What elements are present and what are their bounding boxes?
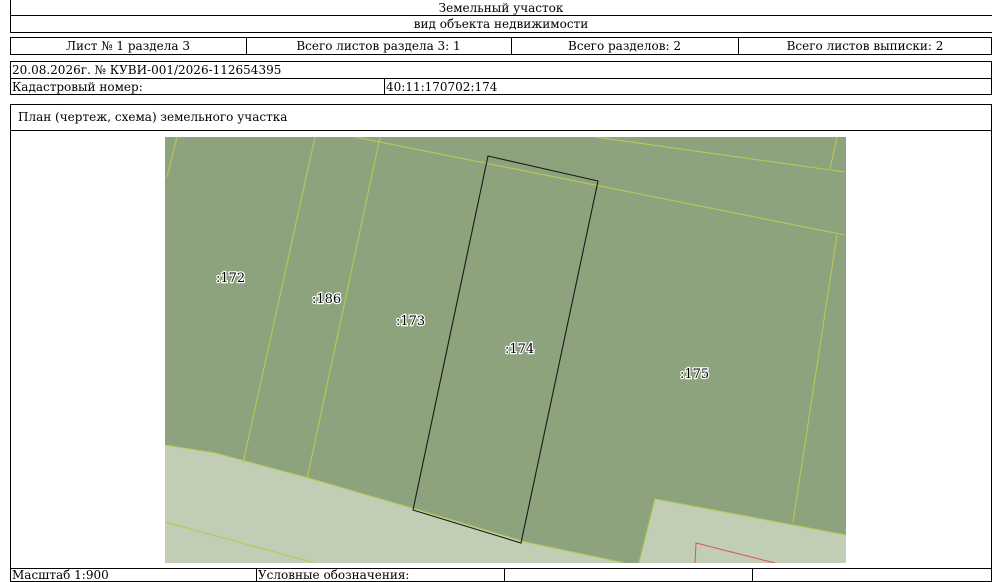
extract-sheets-total: Всего листов выписки: 2 [786,39,944,53]
parcel-label-172: :172 [216,271,245,286]
cadastral-label: Кадастровый номер: [12,79,143,94]
cell-divider [752,568,753,582]
date-number: 20.08.2026г. № КУВИ-001/2026-112654395 [12,62,282,77]
object-name: Земельный участок [438,0,564,15]
divider [10,32,992,33]
divider [10,130,992,131]
sections-total: Всего разделов: 2 [568,39,681,53]
section-sheets-total: Всего листов раздела 3: 1 [296,39,461,53]
parcel-label-175: :175 [680,367,709,382]
left-border [10,0,11,32]
parcel-label-186: :186 [312,292,341,307]
parcel-label-173: :173 [396,314,425,329]
object-type-caption: вид объекта недвижимости [413,16,589,31]
cadastral-plan-map: :172 :186 :173 :174 :175 [165,137,846,563]
cadastral-value: 40:11:170702:174 [386,79,498,94]
plan-title: План (чертеж, схема) земельного участка [18,110,288,124]
parcel-label-174: :174 [505,342,534,357]
cell-divider [504,568,505,582]
legend-label: Условные обозначения: [258,568,410,582]
scale-label: Масштаб 1:900 [12,568,109,582]
sheet-number: Лист № 1 раздела 3 [66,39,190,53]
